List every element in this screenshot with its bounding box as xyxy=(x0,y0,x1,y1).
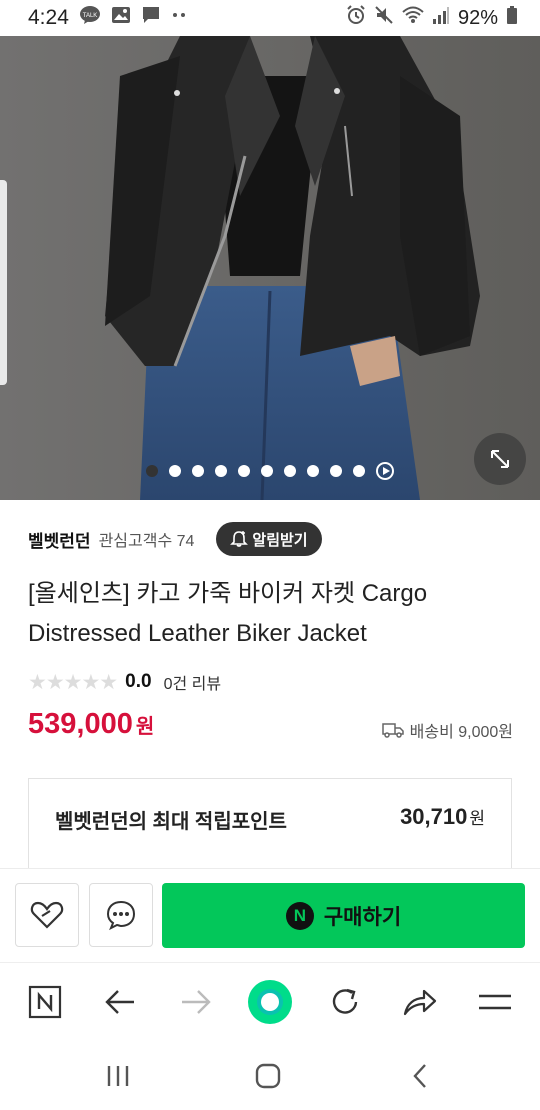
green-dot-button[interactable] xyxy=(247,979,293,1025)
wishlist-button[interactable] xyxy=(15,883,79,947)
browser-toolbar xyxy=(0,962,540,1041)
seller-name[interactable]: 벨벳런던 xyxy=(28,527,91,552)
carousel-dot[interactable] xyxy=(169,465,181,477)
battery-text: 92% xyxy=(457,6,498,29)
share-arrow-icon xyxy=(403,989,437,1016)
home-icon xyxy=(255,1063,281,1089)
arrow-right-icon xyxy=(182,990,211,1014)
chevron-left-icon xyxy=(413,1064,426,1088)
truck-icon xyxy=(381,723,404,738)
carousel-dot[interactable] xyxy=(353,465,365,477)
rating-row[interactable]: ★★★★★ 0.0 0건 리뷰 xyxy=(28,668,221,696)
side-drawer-handle[interactable] xyxy=(0,180,7,385)
rating-score: 0.0 xyxy=(125,671,152,692)
points-unit: 원 xyxy=(469,809,485,828)
points-value: 30,710 xyxy=(400,804,468,829)
points-label: 벨벳런던의 최대 적립포인트 xyxy=(55,811,287,833)
carousel-dot[interactable] xyxy=(307,465,319,477)
shipping-info: 배송비 9,000원 xyxy=(381,716,513,744)
carousel-dot[interactable] xyxy=(192,465,204,477)
recent-apps-button[interactable] xyxy=(98,1058,138,1094)
price-row: 539,000 원 xyxy=(28,708,154,752)
mute-icon xyxy=(374,5,394,31)
points-value-wrap: 30,710 원 xyxy=(400,804,485,830)
rating-stars: ★★★★★ xyxy=(28,670,118,694)
carousel-dot[interactable] xyxy=(284,465,296,477)
system-back-button[interactable] xyxy=(400,1058,440,1094)
seller-row: 벨벳런던 관심고객수 74 알림받기 xyxy=(28,520,322,558)
home-button[interactable] xyxy=(248,1058,288,1094)
carousel-dots[interactable] xyxy=(0,460,540,482)
message-icon xyxy=(141,5,161,31)
heart-icon xyxy=(30,901,64,929)
buy-button-label: 구매하기 xyxy=(323,905,402,929)
product-photo xyxy=(0,36,540,500)
svg-text:TALK: TALK xyxy=(83,13,98,19)
refresh-button[interactable] xyxy=(322,979,368,1025)
signal-icon xyxy=(432,5,450,31)
expand-image-button[interactable] xyxy=(474,433,526,485)
points-box: 벨벳런던의 최대 적립포인트 30,710 원 xyxy=(28,778,512,878)
carousel-dot[interactable] xyxy=(146,465,158,477)
product-title: [올세인츠] 카고 가죽 바이커 자켓 Cargo Distressed Lea… xyxy=(28,580,428,647)
gallery-icon xyxy=(111,5,131,31)
talk-chat-button[interactable] xyxy=(89,883,153,947)
bell-plus-icon xyxy=(230,531,249,547)
system-nav-bar xyxy=(0,1040,540,1110)
buy-button[interactable]: N 구매하기 xyxy=(162,883,525,948)
shipping-fee: 배송비 9,000원 xyxy=(409,724,513,741)
hamburger-icon xyxy=(479,994,511,1010)
status-bar: 4:24 TALK 92% xyxy=(0,0,540,36)
carousel-dot[interactable] xyxy=(330,465,342,477)
play-icon[interactable] xyxy=(376,462,394,480)
forward-button[interactable] xyxy=(173,979,219,1025)
price-unit: 원 xyxy=(135,716,155,738)
arrow-left-icon xyxy=(105,990,134,1014)
share-button[interactable] xyxy=(397,979,443,1025)
naver-pay-icon: N xyxy=(285,901,314,930)
alarm-icon xyxy=(346,5,366,31)
more-dots-icon xyxy=(171,5,187,31)
refresh-icon xyxy=(332,988,358,1014)
expand-icon xyxy=(491,450,509,468)
battery-icon xyxy=(506,5,518,31)
alarm-button[interactable]: 알림받기 xyxy=(216,522,322,556)
green-dot-icon xyxy=(248,980,292,1024)
recent-apps-icon xyxy=(107,1066,129,1086)
alarm-button-label: 알림받기 xyxy=(252,531,308,549)
carousel-dot[interactable] xyxy=(261,465,273,477)
talk-icon: TALK xyxy=(79,5,101,31)
product-image[interactable] xyxy=(0,36,540,500)
status-time: 4:24 xyxy=(28,6,69,29)
back-button[interactable] xyxy=(97,979,143,1025)
wifi-icon xyxy=(402,5,424,31)
carousel-dot[interactable] xyxy=(215,465,227,477)
fans-count: 관심고객수 74 xyxy=(98,533,195,550)
naver-n-icon xyxy=(28,985,62,1019)
review-count[interactable]: 0건 리뷰 xyxy=(164,670,222,694)
chat-icon xyxy=(106,900,136,931)
menu-button[interactable] xyxy=(472,979,518,1025)
purchase-action-bar: N 구매하기 xyxy=(0,868,540,961)
naver-home-button[interactable] xyxy=(22,979,68,1025)
price-value: 539,000 xyxy=(28,708,133,740)
carousel-dot[interactable] xyxy=(238,465,250,477)
